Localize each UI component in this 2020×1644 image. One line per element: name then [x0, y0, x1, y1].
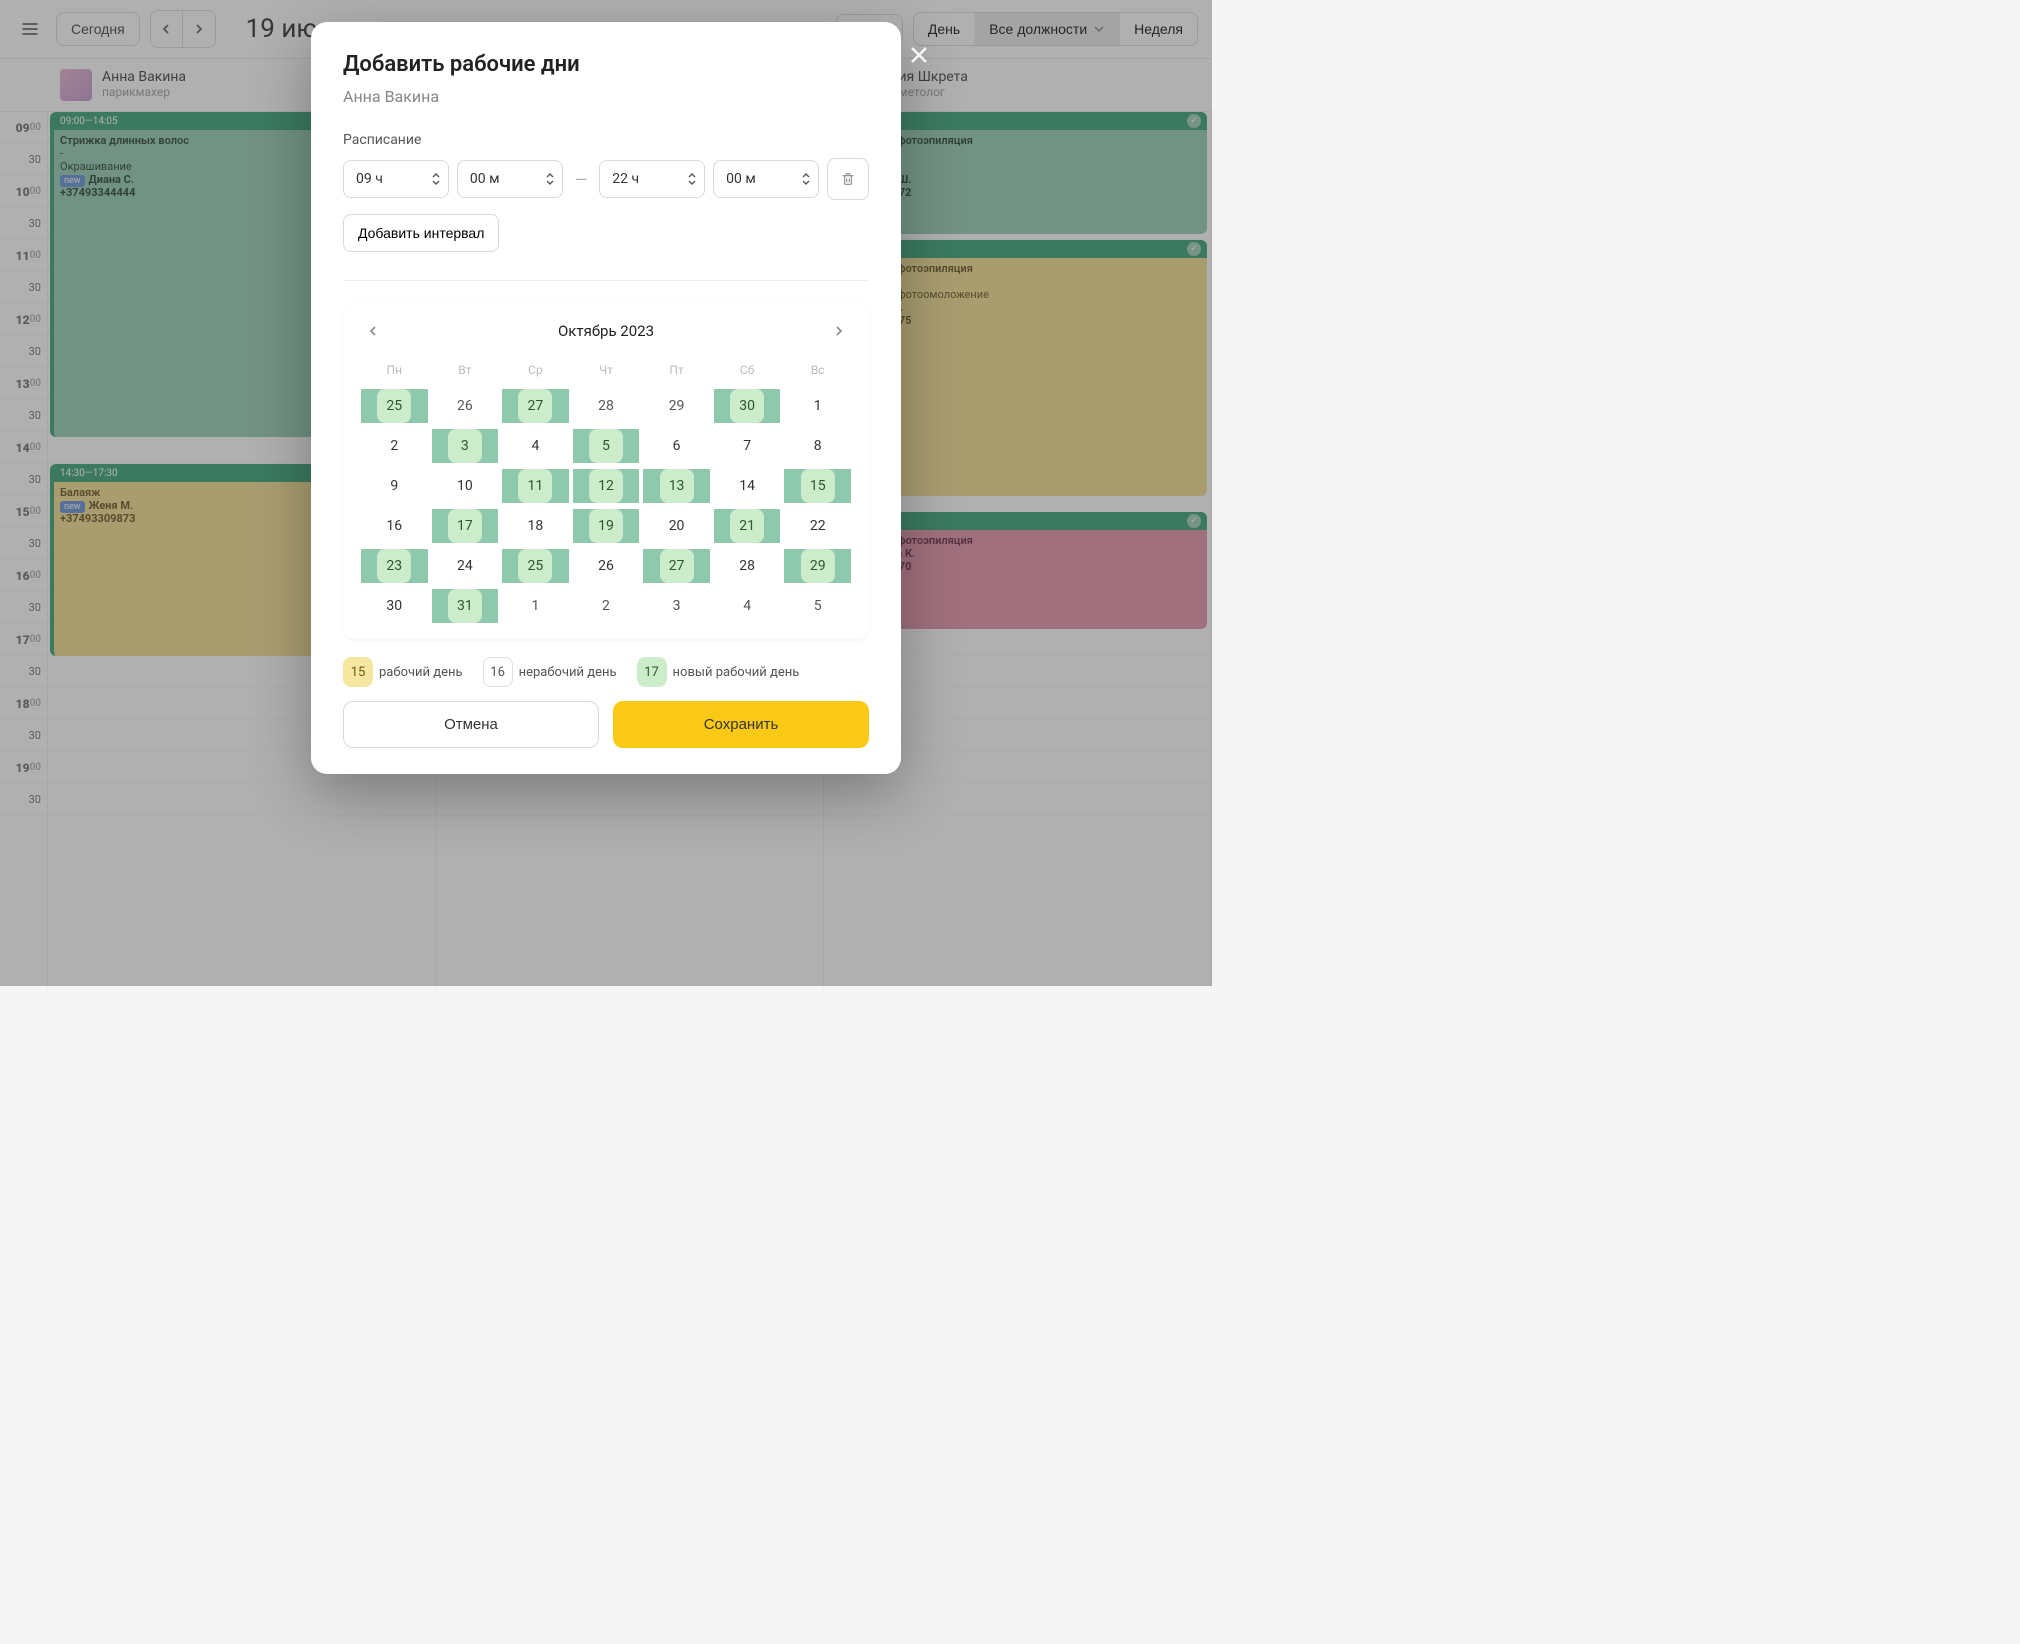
cal-dow: Чт: [573, 357, 640, 383]
cal-day[interactable]: 29: [643, 389, 710, 423]
cal-day[interactable]: 3: [432, 429, 499, 463]
cal-dow: Пн: [361, 357, 428, 383]
calendar-legend: 15 рабочий день 16 нерабочий день 17 нов…: [343, 657, 869, 687]
legend-nonworking-day: 16 нерабочий день: [483, 657, 617, 687]
legend-new-working-day: 17 новый рабочий день: [637, 657, 800, 687]
start-min-select[interactable]: 00 м: [457, 160, 563, 198]
cal-day[interactable]: 6: [643, 429, 710, 463]
cal-day[interactable]: 27: [502, 389, 569, 423]
divider: [343, 280, 869, 281]
cal-day[interactable]: 10: [432, 469, 499, 503]
cal-day[interactable]: 4: [502, 429, 569, 463]
legend-label: новый рабочий день: [673, 665, 800, 680]
app-root: Сегодня 19 июля, среда Դր0 День Все долж…: [0, 0, 1212, 986]
cal-day[interactable]: 24: [432, 549, 499, 583]
prev-month-button[interactable]: [361, 319, 385, 343]
legend-label: рабочий день: [379, 665, 463, 680]
close-icon: [907, 43, 931, 67]
cal-day[interactable]: 4: [714, 589, 781, 623]
cal-day[interactable]: 23: [361, 549, 428, 583]
range-dash: —: [571, 170, 592, 189]
legend-chip-white: 16: [483, 657, 513, 687]
cal-dow: Сб: [714, 357, 781, 383]
cal-day[interactable]: 7: [714, 429, 781, 463]
cal-day[interactable]: 5: [784, 589, 851, 623]
cal-day[interactable]: 19: [573, 509, 640, 543]
cal-day[interactable]: 3: [643, 589, 710, 623]
legend-chip-green: 17: [637, 657, 667, 687]
delete-interval-button[interactable]: [827, 158, 869, 200]
cal-dow: Ср: [502, 357, 569, 383]
cal-day[interactable]: 30: [714, 389, 781, 423]
cal-day[interactable]: 27: [643, 549, 710, 583]
cal-day[interactable]: 13: [643, 469, 710, 503]
cal-day[interactable]: 2: [361, 429, 428, 463]
cal-day[interactable]: 26: [573, 549, 640, 583]
close-button[interactable]: [907, 40, 931, 75]
add-interval-button[interactable]: Добавить интервал: [343, 214, 499, 252]
calendar: Октябрь 2023 ПнВтСрЧтПтСбВс2526272829301…: [343, 303, 869, 639]
next-month-button[interactable]: [827, 319, 851, 343]
cal-day[interactable]: 21: [714, 509, 781, 543]
calendar-grid: ПнВтСрЧтПтСбВс25262728293012345678910111…: [361, 357, 851, 623]
chevron-right-icon: [833, 325, 845, 337]
end-hour-select[interactable]: 22 ч: [599, 160, 705, 198]
cal-day[interactable]: 31: [432, 589, 499, 623]
legend-working-day: 15 рабочий день: [343, 657, 463, 687]
cal-day[interactable]: 5: [573, 429, 640, 463]
cal-day[interactable]: 11: [502, 469, 569, 503]
cal-day[interactable]: 12: [573, 469, 640, 503]
start-hour-select[interactable]: 09 ч: [343, 160, 449, 198]
calendar-header: Октябрь 2023: [361, 319, 851, 343]
cal-day[interactable]: 17: [432, 509, 499, 543]
cal-day[interactable]: 1: [784, 389, 851, 423]
cal-dow: Вт: [432, 357, 499, 383]
cancel-button[interactable]: Отмена: [343, 701, 599, 748]
cal-day[interactable]: 25: [502, 549, 569, 583]
chevron-left-icon: [367, 325, 379, 337]
cal-day[interactable]: 28: [573, 389, 640, 423]
cal-day[interactable]: 9: [361, 469, 428, 503]
trash-icon: [840, 171, 856, 187]
cal-day[interactable]: 26: [432, 389, 499, 423]
end-min-select[interactable]: 00 м: [713, 160, 819, 198]
cal-day[interactable]: 18: [502, 509, 569, 543]
cal-day[interactable]: 1: [502, 589, 569, 623]
cal-day[interactable]: 20: [643, 509, 710, 543]
time-range-row: 09 ч 00 м — 22 ч 00 м: [343, 158, 869, 200]
cal-day[interactable]: 16: [361, 509, 428, 543]
schedule-label: Расписание: [343, 132, 869, 148]
cal-day[interactable]: 2: [573, 589, 640, 623]
calendar-title: Октябрь 2023: [558, 322, 654, 340]
cal-day[interactable]: 29: [784, 549, 851, 583]
cal-day[interactable]: 15: [784, 469, 851, 503]
modal-title: Добавить рабочие дни: [343, 52, 869, 77]
modal-subtitle: Анна Вакина: [343, 87, 869, 106]
cal-dow: Пт: [643, 357, 710, 383]
save-button[interactable]: Сохранить: [613, 701, 869, 748]
cal-day[interactable]: 14: [714, 469, 781, 503]
legend-chip-yellow: 15: [343, 657, 373, 687]
modal: Добавить рабочие дни Анна Вакина Расписа…: [311, 22, 901, 774]
cal-dow: Вс: [784, 357, 851, 383]
cal-day[interactable]: 8: [784, 429, 851, 463]
cal-day[interactable]: 30: [361, 589, 428, 623]
legend-label: нерабочий день: [519, 665, 617, 680]
modal-overlay[interactable]: Добавить рабочие дни Анна Вакина Расписа…: [0, 0, 1212, 986]
cal-day[interactable]: 28: [714, 549, 781, 583]
cal-day[interactable]: 22: [784, 509, 851, 543]
cal-day[interactable]: 25: [361, 389, 428, 423]
modal-buttons: Отмена Сохранить: [343, 701, 869, 748]
